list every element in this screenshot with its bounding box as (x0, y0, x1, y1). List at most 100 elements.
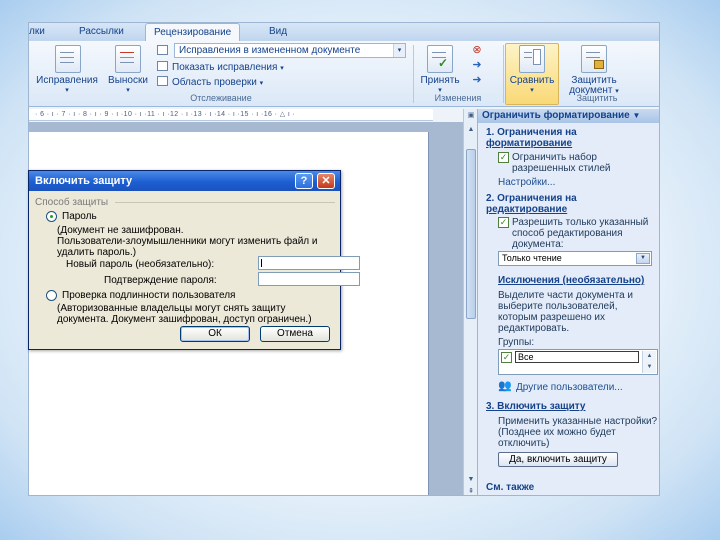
limit-formatting-checkbox[interactable]: ✓ (498, 152, 509, 163)
section2-title: 2. Ограничения на (486, 193, 577, 204)
previous-change-icon[interactable]: ➜ (467, 60, 487, 74)
exceptions-title: Исключения (необязательно) (498, 275, 645, 286)
new-password-input[interactable] (258, 256, 360, 270)
user-authentication-label: Проверка подлинности пользователя (62, 290, 236, 301)
group-divider (115, 202, 335, 203)
enable-protection-button[interactable]: Да, включить защиту (498, 452, 618, 467)
password-note: (Документ не зашифрован. (57, 225, 184, 236)
section3-text-3: отключить) (498, 438, 550, 449)
ribbon: Исправления ▾ Выноски ▾ Исправления в из… (29, 41, 659, 107)
exceptions-text-3: которым разрешено их (498, 312, 606, 323)
balloons-button[interactable]: Выноски ▾ (103, 43, 153, 94)
pane-title: Ограничить форматирование ▼ (478, 109, 659, 123)
help-icon[interactable]: ? (295, 173, 313, 189)
group-everyone-label: Все (515, 351, 639, 363)
chevron-down-icon: ▾ (530, 87, 534, 94)
password-radio[interactable] (46, 211, 57, 222)
group-label-changes: Изменения (434, 93, 482, 103)
group-everyone-checkbox[interactable]: ✓ (501, 352, 512, 363)
restrict-formatting-pane: Ограничить форматирование ▼ 1. Ограничен… (477, 109, 659, 495)
groups-list-scrollbar[interactable]: ▲ ▼ (642, 351, 656, 373)
close-icon[interactable]: ✕ (317, 173, 335, 189)
password-note-2: Пользователи-злоумышленники могут измени… (57, 236, 318, 247)
display-for-review-combo[interactable]: Исправления в измененном документе ▾ (174, 43, 406, 58)
tab-mailings[interactable]: Рассылки (79, 26, 124, 37)
accept-button[interactable]: ✓ Принять ▾ (415, 43, 465, 94)
ribbon-tabs: лки Рассылки Рецензирование Вид (29, 23, 659, 41)
chevron-down-icon[interactable]: ▼ (636, 253, 650, 264)
editing-mode-value: Только чтение (502, 253, 562, 263)
tab-view[interactable]: Вид (269, 26, 287, 37)
next-change-icon[interactable]: ➜ (467, 75, 487, 89)
group-separator (503, 45, 504, 103)
reviewing-pane-label: Область проверки (172, 77, 257, 88)
group-label-tracking: Отслеживание (190, 93, 252, 103)
more-users-link[interactable]: Другие пользователи... (516, 382, 623, 393)
lock-icon (581, 45, 607, 73)
protection-method-group-label: Способ защиты (35, 197, 109, 208)
cancel-button[interactable]: Отмена (260, 326, 330, 342)
confirm-password-input[interactable] (258, 272, 360, 286)
group-label-protect: Защитить (576, 93, 618, 103)
limit-formatting-label-2: разрешенных стилей (512, 163, 611, 174)
previous-page-icon[interactable]: ⇞ (466, 487, 476, 495)
tab-review[interactable]: Рецензирование (145, 23, 241, 41)
editing-mode-select[interactable]: Только чтение ▼ (498, 251, 652, 266)
groups-label: Группы: (498, 337, 535, 348)
allow-editing-label-3: документа: (512, 239, 564, 250)
ruler-toggle-icon[interactable]: ▣ (466, 111, 476, 121)
confirm-password-label: Подтверждение пароля: (104, 275, 217, 286)
show-markup-label: Показать исправления (172, 62, 278, 73)
section3-title: 3. Включить защиту (486, 401, 586, 412)
password-option-label: Пароль (62, 211, 97, 222)
ok-button[interactable]: ОК (180, 326, 250, 342)
horizontal-ruler[interactable]: · 6 · ı · 7 · ı · 8 · ı · 9 · ı ·10 · ı … (29, 109, 433, 121)
scroll-up-icon[interactable]: ▲ (466, 125, 476, 135)
start-protection-dialog: Включить защиту ? ✕ Способ защиты Пароль… (28, 170, 360, 350)
user-authentication-radio[interactable] (46, 290, 57, 301)
compare-icon (519, 45, 545, 73)
display-for-review-icon (157, 45, 168, 55)
exceptions-text: Выделите части документа и (498, 290, 633, 301)
reject-icon[interactable]: ⊗ (467, 45, 487, 59)
accept-icon: ✓ (427, 45, 453, 73)
chevron-down-icon[interactable]: ▾ (393, 44, 405, 57)
section3-text: Применить указанные настройки? (498, 416, 658, 427)
exceptions-text-4: редактировать. (498, 323, 570, 334)
chevron-down-icon: ▾ (280, 65, 284, 72)
dialog-title: Включить защиту ? ✕ (29, 171, 340, 191)
show-markup-icon (157, 61, 168, 71)
balloons-icon (115, 45, 141, 73)
tab-layout[interactable]: лки (29, 26, 45, 37)
section2-title-2: редактирование (486, 204, 568, 215)
group-separator (413, 45, 414, 103)
password-note-3: удалить пароль.) (57, 247, 137, 258)
users-icon: 👥 (498, 380, 512, 392)
reviewing-pane-button[interactable]: Область проверки ▾ (157, 76, 263, 90)
vertical-scrollbar[interactable]: ▣ ▲ ▼ ⇞ (463, 109, 477, 495)
chevron-down-icon[interactable]: ▼ (632, 111, 640, 120)
user-authentication-note-2: документа. Документ зашифрован, доступ о… (57, 314, 312, 325)
section1-title: 1. Ограничения на (486, 127, 577, 138)
display-for-review-value: Исправления в измененном документе (179, 45, 361, 56)
track-changes-icon (55, 45, 81, 73)
settings-link[interactable]: Настройки... (498, 177, 555, 188)
track-changes-button[interactable]: Исправления ▾ (31, 43, 103, 94)
section3-text-2: (Позднее их можно будет (498, 427, 616, 438)
user-authentication-note: (Авторизованные владельцы могут снять за… (57, 303, 286, 314)
reviewing-pane-icon (157, 76, 168, 86)
protect-document-button[interactable]: Защитить документ ▾ (561, 43, 627, 96)
allow-editing-label: Разрешить только указанный (512, 217, 649, 228)
see-also-title: См. также (486, 482, 535, 493)
limit-formatting-label: Ограничить набор (512, 152, 597, 163)
allow-editing-label-2: способ редактирования (512, 228, 623, 239)
new-password-label: Новый пароль (необязательно): (66, 259, 215, 270)
chevron-down-icon: ▾ (259, 80, 264, 87)
show-markup-button[interactable]: Показать исправления ▾ (157, 61, 284, 75)
compare-button[interactable]: Сравнить ▾ (505, 43, 559, 94)
allow-editing-checkbox[interactable]: ✓ (498, 217, 509, 228)
exceptions-text-2: выберите пользователей, (498, 301, 618, 312)
scroll-down-icon[interactable]: ▼ (466, 475, 476, 485)
scrollbar-thumb[interactable] (466, 149, 476, 319)
groups-list[interactable]: ✓ Все ▲ ▼ (498, 349, 658, 375)
